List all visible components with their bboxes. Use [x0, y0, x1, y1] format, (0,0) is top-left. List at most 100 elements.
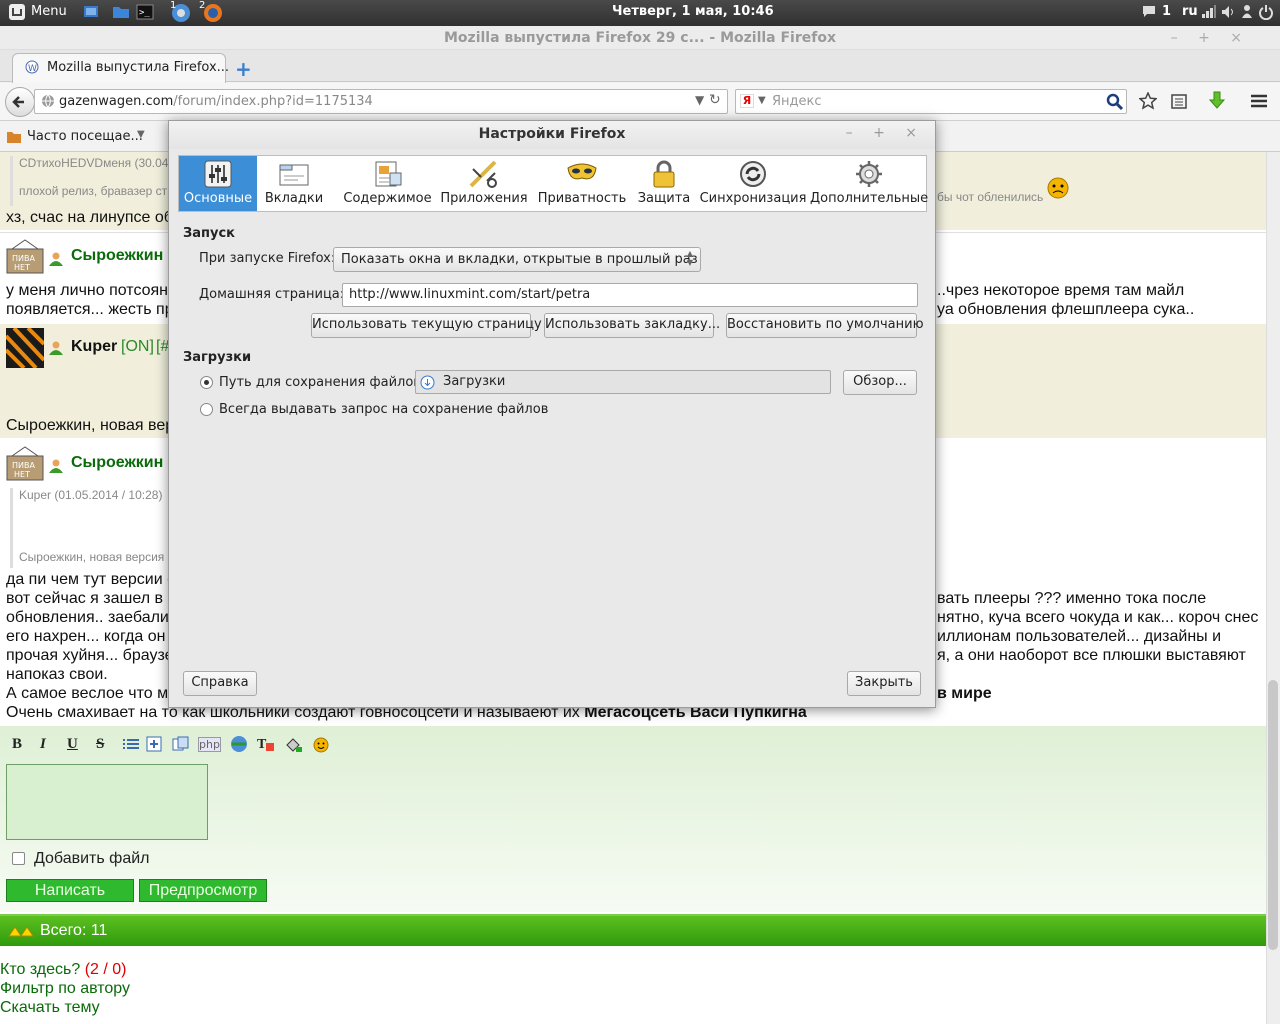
post-3-status: [ON] [121, 338, 154, 355]
tab-applications[interactable]: Приложения [434, 156, 534, 211]
attach-file-label: Добавить файл [34, 850, 150, 867]
preview-button[interactable]: Предпросмотр [139, 879, 267, 902]
new-tab-button[interactable]: + [235, 57, 252, 81]
download-topic-link[interactable]: Скачать тему [0, 998, 130, 1017]
bg-color-icon[interactable] [284, 735, 304, 758]
startup-label: При запуске Firefox: [199, 251, 336, 266]
search-input[interactable]: Яндекс [772, 94, 822, 109]
network-signal-icon[interactable] [1201, 5, 1217, 23]
volume-icon[interactable] [1221, 5, 1235, 23]
keyboard-layout[interactable]: ru [1182, 4, 1198, 19]
tab-privacy[interactable]: Приватность [532, 156, 632, 211]
yandex-engine-icon[interactable]: Я [740, 94, 754, 108]
tab-tabs[interactable]: Вкладки [259, 156, 329, 211]
home-page-input[interactable]: http://www.linuxmint.com/start/petra [342, 283, 918, 307]
copy-icon[interactable] [172, 736, 190, 757]
close-button[interactable]: Закрыть [847, 671, 921, 696]
browse-button[interactable]: Обзор... [843, 370, 917, 395]
globe-icon [41, 94, 55, 112]
bold-button[interactable]: B [12, 736, 22, 753]
avatar-piva-net[interactable]: ПИВА НЕТ [6, 239, 44, 279]
reload-icon[interactable]: ↻ [709, 92, 721, 108]
link-globe-icon[interactable] [230, 735, 248, 758]
strike-button[interactable]: S [96, 736, 104, 753]
search-icon[interactable] [1106, 93, 1124, 115]
url-host: gazenwagen.com [59, 94, 174, 109]
back-button[interactable] [5, 87, 35, 117]
back-arrow-icon [12, 96, 24, 108]
file-manager-icon[interactable] [112, 3, 130, 25]
always-ask-radio[interactable] [200, 403, 213, 416]
list-icon[interactable] [122, 736, 140, 757]
post-3-nick[interactable]: Kuper [71, 338, 117, 356]
terminal-icon[interactable]: >_ [136, 3, 154, 25]
who-here-link[interactable]: Кто здесь? [0, 961, 80, 978]
svg-text:ПИВА: ПИВА [12, 254, 35, 263]
power-icon[interactable] [1259, 4, 1273, 24]
tab-general-label: Основные [183, 191, 253, 206]
chat-icon[interactable] [1142, 4, 1156, 22]
quote-text: Сыроежкин, новая версия [19, 550, 165, 564]
bookmark-star-icon[interactable] [1138, 91, 1158, 114]
avatar-kuper[interactable] [4, 326, 46, 372]
user-icon[interactable] [1240, 4, 1254, 24]
filter-by-author-link[interactable]: Фильтр по автору [0, 979, 130, 998]
scrollbar-thumb[interactable] [1268, 680, 1278, 950]
hamburger-menu-icon[interactable] [1249, 92, 1269, 114]
quote-text: плохой релиз, бравазер ст [19, 184, 168, 198]
restore-default-button[interactable]: Восстановить по умолчанию [726, 313, 924, 338]
svg-text:НЕТ: НЕТ [14, 470, 30, 479]
privacy-mask-icon [566, 159, 598, 189]
save-path-field: Загрузки [415, 370, 831, 394]
window-controls[interactable]: – + × [1171, 26, 1250, 50]
engine-dropdown-icon[interactable]: ▼ [758, 95, 766, 106]
menu-button[interactable]: Menu [31, 4, 67, 19]
tab-sync[interactable]: Синхронизация [696, 156, 810, 211]
text-color-icon[interactable]: T [256, 735, 276, 758]
bookmarks-menu-icon[interactable] [1170, 92, 1188, 114]
tab-security[interactable]: Защита [632, 156, 696, 211]
system-panel: Menu >_ 1 2 Четверг, 1 мая, 10:46 1 ru [0, 0, 1280, 26]
post-2-text-line2: появляется... жесть пр [6, 301, 174, 318]
use-current-page-button[interactable]: Использовать текущую страницу [311, 313, 542, 338]
post-4-quote: Kuper (01.05.2014 / 10:28) Сыроежкин, но… [10, 488, 190, 568]
help-button[interactable]: Справка [183, 671, 257, 696]
mint-logo-icon[interactable] [8, 3, 26, 25]
save-path-radio[interactable] [200, 376, 213, 389]
post-2-text-line1: у меня лично потсоян [6, 282, 169, 299]
post-4-nick[interactable]: Сыроежкин [71, 454, 163, 472]
who-here-count: (2 / 0) [84, 961, 127, 978]
downloads-icon[interactable] [1208, 91, 1226, 115]
tab-active[interactable]: W Mozilla выпустила Firefox... [12, 53, 229, 83]
history-dropdown-icon[interactable]: ▼ [695, 93, 704, 107]
startup-select[interactable]: Показать окна и вкладки, открытые в прош… [333, 247, 701, 272]
use-bookmark-button[interactable]: Использовать закладку... [544, 313, 720, 338]
submit-button[interactable]: Написать [6, 879, 134, 902]
clock[interactable]: Четверг, 1 мая, 10:46 [612, 4, 774, 19]
applications-icon [468, 159, 500, 189]
tab-general[interactable]: Основные [179, 156, 257, 211]
reply-textarea[interactable] [6, 764, 208, 840]
underline-button[interactable]: U [67, 736, 78, 753]
bookmark-most-visited[interactable]: Часто посещае... [27, 129, 143, 144]
url-bar[interactable]: gazenwagen.com/forum/index.php?id=117513… [34, 89, 728, 114]
spoiler-icon[interactable] [146, 736, 162, 757]
italic-button[interactable]: I [40, 736, 46, 753]
smiley-picker-icon[interactable] [312, 735, 330, 758]
show-desktop-icon[interactable] [82, 3, 100, 25]
reply-area: B I U S php T Добавить файл Написать Пре… [0, 726, 1266, 912]
search-bar[interactable]: Я ▼ Яндекс [735, 89, 1127, 114]
up-arrows-icon[interactable] [8, 924, 34, 942]
tab-content[interactable]: Содержимое [331, 156, 444, 211]
dialog-window-controls[interactable]: – + × [846, 125, 925, 141]
bookmark-dropdown-icon[interactable]: ▼ [137, 129, 145, 140]
user-online-icon [48, 458, 64, 478]
avatar-piva-net[interactable]: ПИВА НЕТ [6, 446, 44, 486]
attach-file-checkbox[interactable] [12, 852, 25, 865]
tab-advanced[interactable]: Дополнительные [810, 156, 928, 211]
preferences-toolbar: Основные Вкладки Содержимое Приложения П… [178, 155, 928, 212]
sync-icon [737, 159, 769, 189]
php-code-button[interactable]: php [198, 737, 221, 752]
tab-privacy-label: Приватность [537, 191, 627, 206]
post-2-nick[interactable]: Сыроежкин [71, 247, 163, 265]
